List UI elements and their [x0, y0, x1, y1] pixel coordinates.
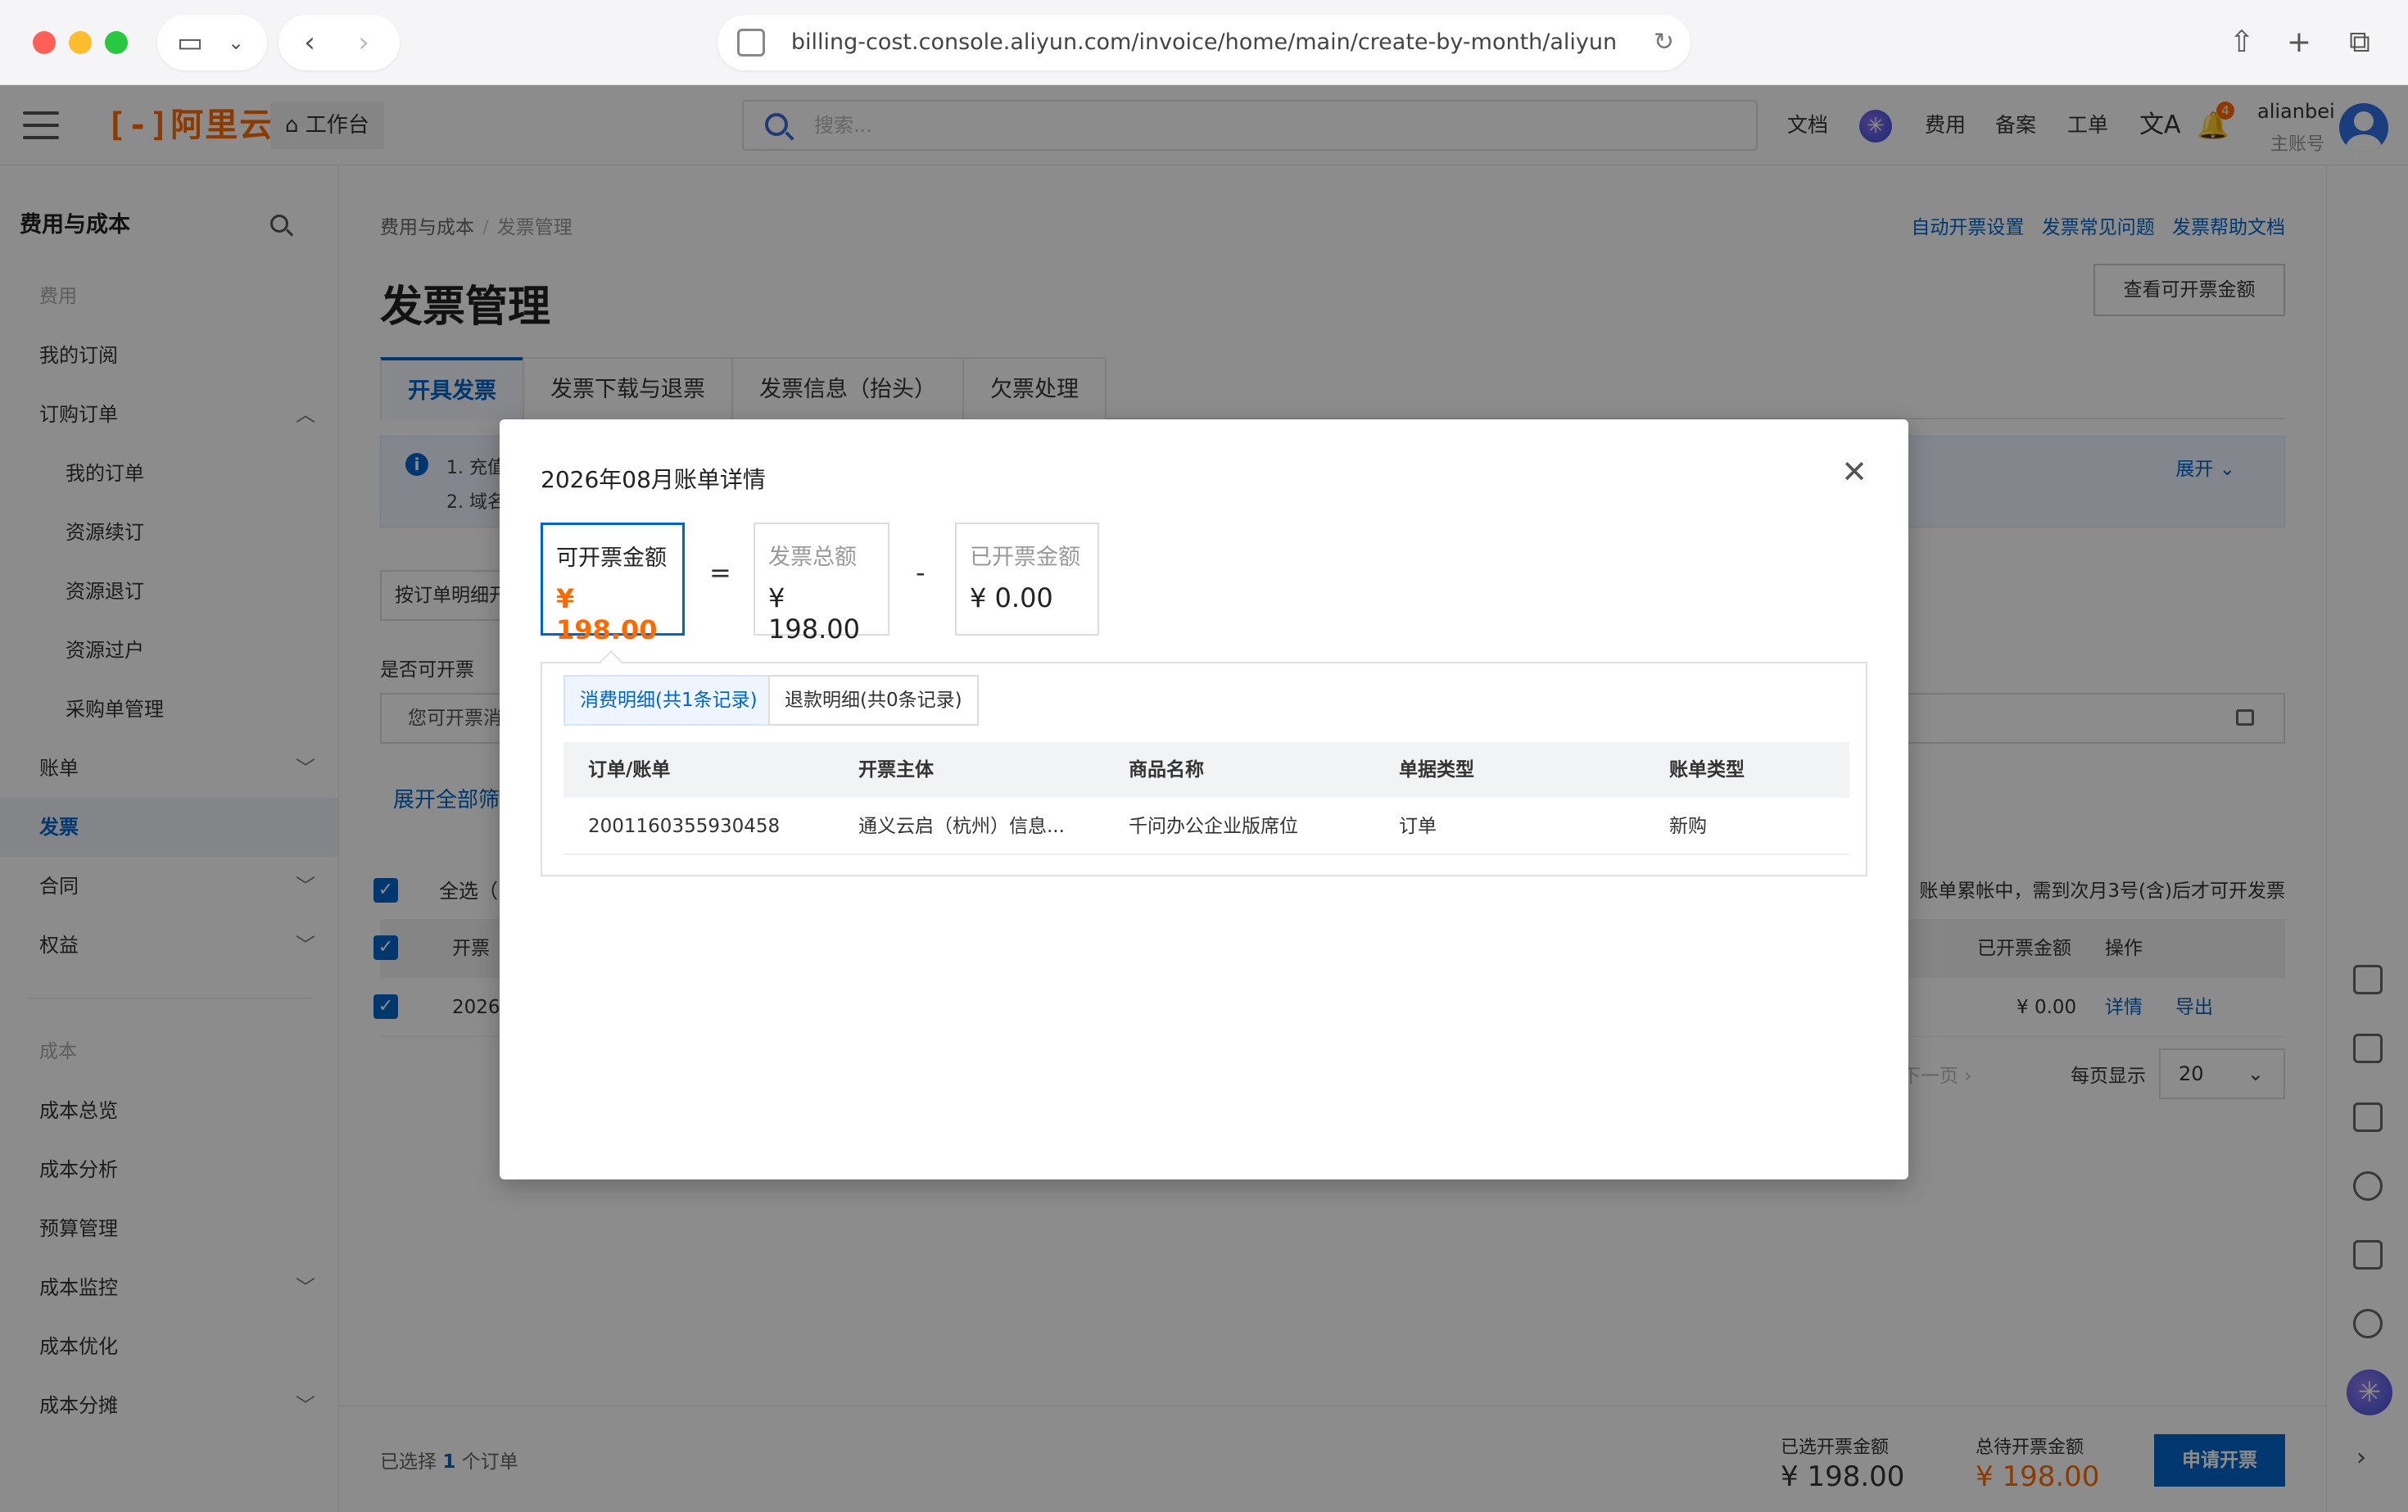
- history-nav-group: ‹ ›: [278, 15, 400, 70]
- close-window-button[interactable]: [33, 31, 56, 54]
- forward-icon[interactable]: ›: [339, 15, 388, 70]
- browser-chrome: ▭ ⌄ ‹ › billing-cost.console.aliyun.com/…: [0, 0, 2408, 85]
- order-id: 2001160355930458: [588, 816, 781, 837]
- close-icon[interactable]: ✕: [1841, 455, 1867, 488]
- minimize-window-button[interactable]: [69, 31, 92, 54]
- bill-detail-dialog: 2026年08月账单详情 ✕ 可开票金额 ¥ 198.00 = 发票总额 ¥ 1…: [500, 419, 1908, 1179]
- url-text[interactable]: billing-cost.console.aliyun.com/invoice/…: [717, 15, 1691, 70]
- sidebar-toggle-group[interactable]: ▭ ⌄: [157, 15, 267, 70]
- detail-panel: 消费明细(共1条记录) 退款明细(共0条记录) 订单/账单 开票主体 商品名称 …: [541, 662, 1867, 876]
- bill-type: 新购: [1669, 816, 1707, 837]
- chevron-down-icon[interactable]: ⌄: [211, 15, 260, 70]
- issued-amount-card: 已开票金额 ¥ 0.00: [955, 523, 1099, 636]
- minus-sign: -: [916, 557, 926, 588]
- document-type: 订单: [1399, 816, 1437, 837]
- table-row: 2001160355930458 通义云启（杭州）信息... 千问办公企业版席位…: [564, 798, 1849, 855]
- invoice-total-card: 发票总额 ¥ 198.00: [754, 523, 889, 645]
- invoice-entity: 通义云启（杭州）信息...: [858, 816, 1065, 837]
- share-icon[interactable]: ⇧: [2221, 0, 2262, 85]
- equals-sign: =: [709, 557, 731, 588]
- consumption-detail-tab[interactable]: 消费明细(共1条记录): [564, 675, 774, 726]
- sidebar-icon[interactable]: ▭: [165, 15, 215, 70]
- product-name: 千问办公企业版席位: [1129, 816, 1298, 837]
- dialog-title: 2026年08月账单详情: [541, 466, 766, 493]
- refund-detail-tab[interactable]: 退款明细(共0条记录): [768, 675, 979, 726]
- new-tab-icon[interactable]: +: [2279, 0, 2320, 85]
- reload-icon[interactable]: ↻: [1654, 15, 1674, 70]
- maximize-window-button[interactable]: [105, 31, 128, 54]
- invoiceable-amount-card[interactable]: 可开票金额 ¥ 198.00: [541, 523, 685, 645]
- address-bar[interactable]: billing-cost.console.aliyun.com/invoice/…: [717, 15, 1691, 70]
- back-icon[interactable]: ‹: [285, 15, 334, 70]
- detail-table-header: 订单/账单 开票主体 商品名称 单据类型 账单类型: [564, 742, 1849, 798]
- tabs-overview-icon[interactable]: ⧉: [2339, 0, 2380, 85]
